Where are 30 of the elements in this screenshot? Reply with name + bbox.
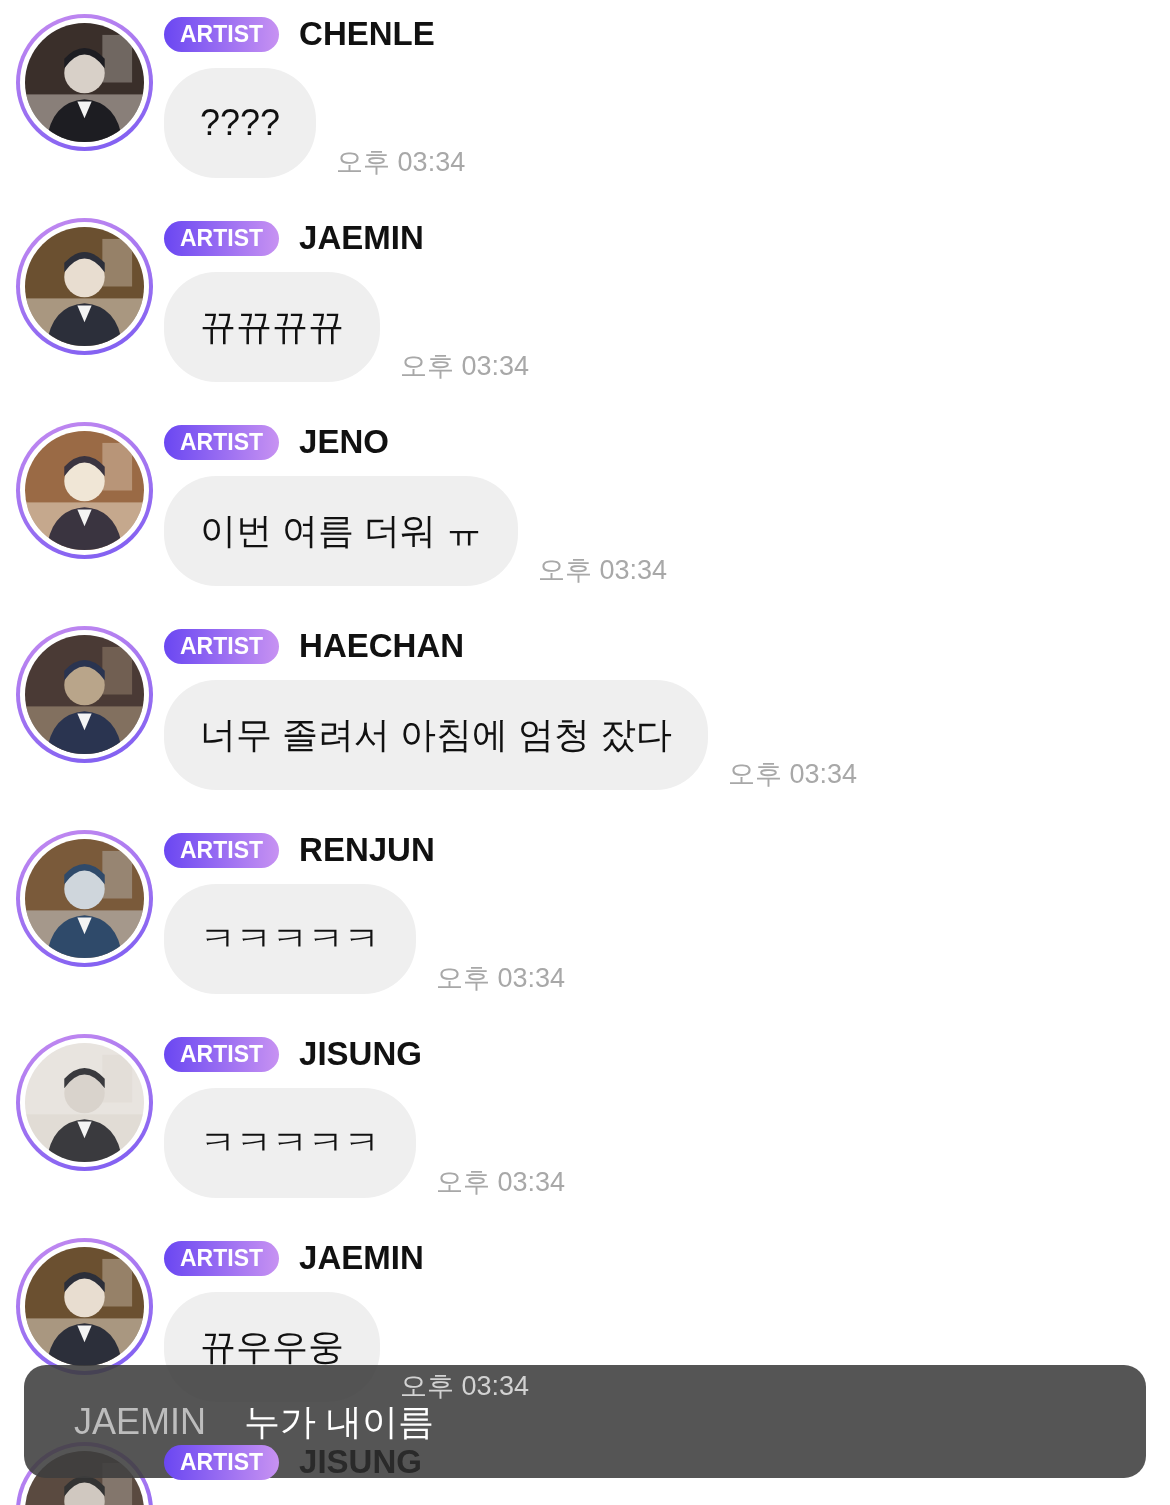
message-bubble: 뀨뀨뀨뀨 [164,272,380,382]
artist-badge: ARTIST [164,424,280,460]
sender-name: HAECHAN [299,626,465,666]
artist-badge: ARTIST [164,220,280,256]
message-bubble: ???? [164,68,317,178]
message-time: 오후 03:34 [400,1370,530,1402]
message-time: 오후 03:34 [728,758,858,790]
toast-message: 누가 내이름 [244,1399,435,1444]
message-bubble: ㅋㅋㅋㅋㅋ [164,884,416,994]
artist-badge: ARTIST [164,16,280,52]
message-bubble: 이번 여름 더워 ㅠ [164,476,518,586]
artist-badge: ARTIST [164,1240,280,1276]
artist-badge: ARTIST [164,832,280,868]
toast-sender: JAEMIN [74,1399,206,1444]
message-time: 오후 03:34 [538,554,668,586]
sender-name: CHENLE [299,14,435,54]
artist-badge: ARTIST [164,628,280,664]
message-time: 오후 03:34 [400,350,530,382]
sender-name: JAEMIN [299,1238,424,1278]
artist-badge: ARTIST [164,1444,280,1480]
message-bubble: 너무 졸려서 아침에 엄청 잤다 [164,680,708,790]
message-time: 오후 03:34 [436,962,566,994]
sender-name: JISUNG [299,1034,422,1074]
message-time: 오후 03:34 [336,146,466,178]
sender-name: JAEMIN [299,218,424,258]
sender-name: JENO [299,422,389,462]
sender-name: RENJUN [299,830,435,870]
message-time: 오후 03:34 [436,1166,566,1198]
message-bubble: ㅋㅋㅋㅋㅋ [164,1088,416,1198]
artist-badge: ARTIST [164,1036,280,1072]
